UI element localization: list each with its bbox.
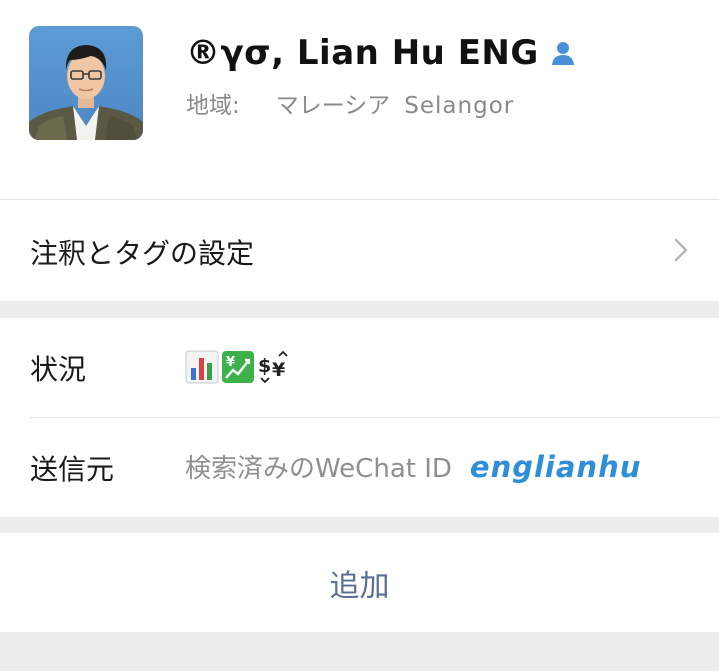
profile-header: ®γσ, Lian Hu ENG 地域: マレーシア Selangor — [0, 0, 719, 200]
region-label: 地域: — [186, 93, 240, 119]
source-value: 検索済みのWeChat ID englianhu — [185, 448, 641, 485]
chevron-right-icon — [673, 236, 689, 264]
bar-chart-icon — [185, 350, 219, 388]
wechat-id: englianhu — [469, 450, 642, 484]
name-row: ®γσ, Lian Hu ENG — [186, 30, 577, 76]
add-button-row: 追加 — [0, 533, 719, 632]
info-section: 状況 ¥ $ ¥ 送信元 検索済みのWeChat ID englianhu — [0, 318, 719, 517]
display-name: ®γσ, Lian Hu ENG — [186, 33, 539, 73]
region-country: マレーシア — [275, 93, 391, 119]
remark-tag-settings-row[interactable]: 注釈とタグの設定 — [0, 200, 719, 301]
status-label: 状況 — [30, 353, 87, 386]
source-method: 検索済みのWeChat ID — [185, 454, 452, 484]
add-button[interactable]: 追加 — [0, 533, 719, 632]
svg-text:$: $ — [258, 355, 271, 377]
avatar[interactable] — [29, 26, 143, 140]
currency-exchange-icon: $ ¥ — [257, 350, 291, 388]
svg-text:¥: ¥ — [226, 355, 235, 370]
source-label: 送信元 — [30, 453, 115, 486]
svg-text:¥: ¥ — [272, 359, 285, 381]
yen-chart-icon: ¥ — [221, 350, 255, 388]
region-row: 地域: マレーシア Selangor — [186, 86, 514, 120]
status-icons: ¥ $ ¥ — [185, 350, 291, 388]
info-divider — [30, 417, 719, 418]
remark-tag-settings-label: 注釈とタグの設定 — [30, 237, 255, 270]
region-state: Selangor — [404, 93, 515, 119]
person-icon — [549, 39, 577, 67]
contact-profile-screen: ®γσ, Lian Hu ENG 地域: マレーシア Selangor 注釈とタグの… — [0, 0, 719, 671]
